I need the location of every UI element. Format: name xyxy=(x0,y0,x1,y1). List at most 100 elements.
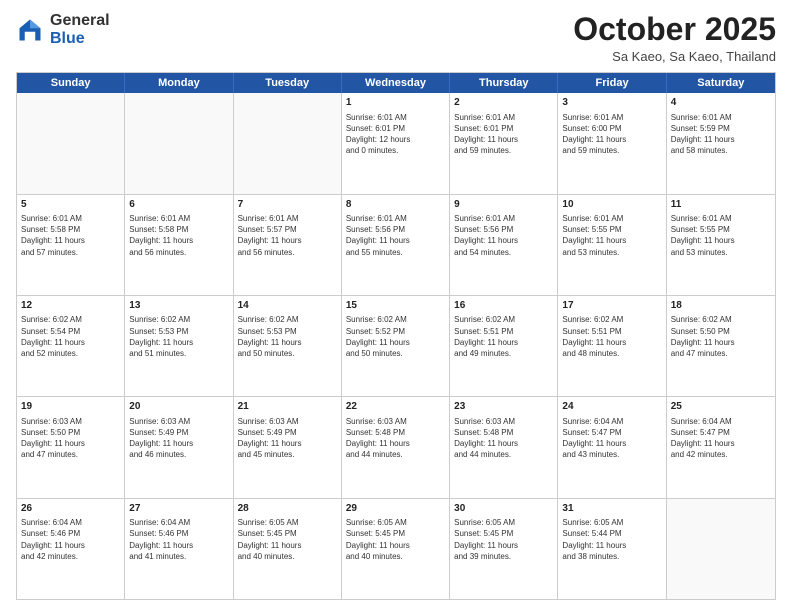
day-info: Sunrise: 6:01 AM Sunset: 6:01 PM Dayligh… xyxy=(454,112,553,157)
day-number: 21 xyxy=(238,400,337,414)
day-number: 17 xyxy=(562,299,661,313)
day-info: Sunrise: 6:01 AM Sunset: 5:56 PM Dayligh… xyxy=(346,213,445,258)
header-day-saturday: Saturday xyxy=(667,73,775,93)
page: General Blue October 2025 Sa Kaeo, Sa Ka… xyxy=(0,0,792,612)
day-cell-30: 30Sunrise: 6:05 AM Sunset: 5:45 PM Dayli… xyxy=(450,499,558,599)
day-info: Sunrise: 6:05 AM Sunset: 5:45 PM Dayligh… xyxy=(346,517,445,562)
day-cell-28: 28Sunrise: 6:05 AM Sunset: 5:45 PM Dayli… xyxy=(234,499,342,599)
day-number: 1 xyxy=(346,96,445,110)
day-number: 15 xyxy=(346,299,445,313)
day-info: Sunrise: 6:02 AM Sunset: 5:50 PM Dayligh… xyxy=(671,314,771,359)
day-number: 29 xyxy=(346,502,445,516)
day-number: 5 xyxy=(21,198,120,212)
header-day-friday: Friday xyxy=(558,73,666,93)
day-cell-9: 9Sunrise: 6:01 AM Sunset: 5:56 PM Daylig… xyxy=(450,195,558,295)
calendar-row-1: 1 Sunrise: 6:01 AM Sunset: 6:01 PM Daylig… xyxy=(17,93,775,193)
day-number: 13 xyxy=(129,299,228,313)
day-cell-17: 17Sunrise: 6:02 AM Sunset: 5:51 PM Dayli… xyxy=(558,296,666,396)
empty-cell-4-6 xyxy=(667,499,775,599)
day-info: Sunrise: 6:03 AM Sunset: 5:49 PM Dayligh… xyxy=(238,416,337,461)
header-day-tuesday: Tuesday xyxy=(234,73,342,93)
day-info: Sunrise: 6:01 AM Sunset: 6:01 PM Dayligh… xyxy=(346,112,445,157)
day-number: 25 xyxy=(671,400,771,414)
location: Sa Kaeo, Sa Kaeo, Thailand xyxy=(573,49,776,64)
logo-text: General Blue xyxy=(50,12,110,47)
day-cell-2: 2 Sunrise: 6:01 AM Sunset: 6:01 PM Daylig… xyxy=(450,93,558,193)
empty-cell-0-0 xyxy=(17,93,125,193)
day-info: Sunrise: 6:02 AM Sunset: 5:51 PM Dayligh… xyxy=(454,314,553,359)
day-number: 6 xyxy=(129,198,228,212)
day-number: 9 xyxy=(454,198,553,212)
day-cell-7: 7Sunrise: 6:01 AM Sunset: 5:57 PM Daylig… xyxy=(234,195,342,295)
day-number: 30 xyxy=(454,502,553,516)
day-info: Sunrise: 6:04 AM Sunset: 5:46 PM Dayligh… xyxy=(129,517,228,562)
day-number: 23 xyxy=(454,400,553,414)
day-cell-12: 12Sunrise: 6:02 AM Sunset: 5:54 PM Dayli… xyxy=(17,296,125,396)
day-cell-10: 10Sunrise: 6:01 AM Sunset: 5:55 PM Dayli… xyxy=(558,195,666,295)
day-info: Sunrise: 6:02 AM Sunset: 5:53 PM Dayligh… xyxy=(238,314,337,359)
calendar-body: 1 Sunrise: 6:01 AM Sunset: 6:01 PM Daylig… xyxy=(17,93,775,599)
day-cell-6: 6Sunrise: 6:01 AM Sunset: 5:58 PM Daylig… xyxy=(125,195,233,295)
day-cell-5: 5Sunrise: 6:01 AM Sunset: 5:58 PM Daylig… xyxy=(17,195,125,295)
day-number: 10 xyxy=(562,198,661,212)
day-info: Sunrise: 6:01 AM Sunset: 5:57 PM Dayligh… xyxy=(238,213,337,258)
day-info: Sunrise: 6:03 AM Sunset: 5:48 PM Dayligh… xyxy=(346,416,445,461)
calendar: SundayMondayTuesdayWednesdayThursdayFrid… xyxy=(16,72,776,600)
day-number: 28 xyxy=(238,502,337,516)
day-cell-13: 13Sunrise: 6:02 AM Sunset: 5:53 PM Dayli… xyxy=(125,296,233,396)
day-number: 12 xyxy=(21,299,120,313)
header: General Blue October 2025 Sa Kaeo, Sa Ka… xyxy=(16,12,776,64)
day-info: Sunrise: 6:02 AM Sunset: 5:52 PM Dayligh… xyxy=(346,314,445,359)
day-cell-31: 31Sunrise: 6:05 AM Sunset: 5:44 PM Dayli… xyxy=(558,499,666,599)
calendar-row-5: 26Sunrise: 6:04 AM Sunset: 5:46 PM Dayli… xyxy=(17,498,775,599)
day-number: 20 xyxy=(129,400,228,414)
day-info: Sunrise: 6:01 AM Sunset: 5:58 PM Dayligh… xyxy=(21,213,120,258)
day-cell-19: 19 Sunrise: 6:03 AM Sunset: 5:50 PM Dayli… xyxy=(17,397,125,497)
day-cell-27: 27Sunrise: 6:04 AM Sunset: 5:46 PM Dayli… xyxy=(125,499,233,599)
day-number: 7 xyxy=(238,198,337,212)
day-cell-29: 29Sunrise: 6:05 AM Sunset: 5:45 PM Dayli… xyxy=(342,499,450,599)
calendar-row-3: 12Sunrise: 6:02 AM Sunset: 5:54 PM Dayli… xyxy=(17,295,775,396)
day-info: Sunrise: 6:02 AM Sunset: 5:54 PM Dayligh… xyxy=(21,314,120,359)
logo: General Blue xyxy=(16,12,110,47)
day-cell-21: 21 Sunrise: 6:03 AM Sunset: 5:49 PM Dayli… xyxy=(234,397,342,497)
day-cell-4: 4Sunrise: 6:01 AM Sunset: 5:59 PM Daylig… xyxy=(667,93,775,193)
day-number: 22 xyxy=(346,400,445,414)
logo-blue-text: Blue xyxy=(50,30,85,47)
empty-cell-0-2 xyxy=(234,93,342,193)
day-cell-20: 20 Sunrise: 6:03 AM Sunset: 5:49 PM Dayli… xyxy=(125,397,233,497)
day-cell-22: 22 Sunrise: 6:03 AM Sunset: 5:48 PM Dayli… xyxy=(342,397,450,497)
day-info: Sunrise: 6:04 AM Sunset: 5:47 PM Dayligh… xyxy=(562,416,661,461)
day-number: 19 xyxy=(21,400,120,414)
day-cell-15: 15Sunrise: 6:02 AM Sunset: 5:52 PM Dayli… xyxy=(342,296,450,396)
day-cell-11: 11Sunrise: 6:01 AM Sunset: 5:55 PM Dayli… xyxy=(667,195,775,295)
day-cell-18: 18Sunrise: 6:02 AM Sunset: 5:50 PM Dayli… xyxy=(667,296,775,396)
day-info: Sunrise: 6:05 AM Sunset: 5:45 PM Dayligh… xyxy=(454,517,553,562)
day-info: Sunrise: 6:03 AM Sunset: 5:49 PM Dayligh… xyxy=(129,416,228,461)
day-info: Sunrise: 6:02 AM Sunset: 5:51 PM Dayligh… xyxy=(562,314,661,359)
day-info: Sunrise: 6:01 AM Sunset: 5:59 PM Dayligh… xyxy=(671,112,771,157)
day-number: 24 xyxy=(562,400,661,414)
day-cell-24: 24 Sunrise: 6:04 AM Sunset: 5:47 PM Dayli… xyxy=(558,397,666,497)
day-cell-14: 14Sunrise: 6:02 AM Sunset: 5:53 PM Dayli… xyxy=(234,296,342,396)
day-number: 18 xyxy=(671,299,771,313)
day-info: Sunrise: 6:03 AM Sunset: 5:50 PM Dayligh… xyxy=(21,416,120,461)
day-number: 2 xyxy=(454,96,553,110)
calendar-row-2: 5Sunrise: 6:01 AM Sunset: 5:58 PM Daylig… xyxy=(17,194,775,295)
day-number: 16 xyxy=(454,299,553,313)
day-cell-26: 26Sunrise: 6:04 AM Sunset: 5:46 PM Dayli… xyxy=(17,499,125,599)
logo-general-text: General xyxy=(50,12,110,29)
day-cell-8: 8Sunrise: 6:01 AM Sunset: 5:56 PM Daylig… xyxy=(342,195,450,295)
day-info: Sunrise: 6:04 AM Sunset: 5:47 PM Dayligh… xyxy=(671,416,771,461)
day-info: Sunrise: 6:02 AM Sunset: 5:53 PM Dayligh… xyxy=(129,314,228,359)
month-title: October 2025 xyxy=(573,12,776,47)
logo-icon xyxy=(16,16,44,44)
day-cell-1: 1 Sunrise: 6:01 AM Sunset: 6:01 PM Daylig… xyxy=(342,93,450,193)
day-cell-3: 3Sunrise: 6:01 AM Sunset: 6:00 PM Daylig… xyxy=(558,93,666,193)
day-info: Sunrise: 6:01 AM Sunset: 5:58 PM Dayligh… xyxy=(129,213,228,258)
day-number: 27 xyxy=(129,502,228,516)
calendar-header: SundayMondayTuesdayWednesdayThursdayFrid… xyxy=(17,73,775,93)
day-number: 31 xyxy=(562,502,661,516)
header-day-thursday: Thursday xyxy=(450,73,558,93)
day-info: Sunrise: 6:01 AM Sunset: 5:56 PM Dayligh… xyxy=(454,213,553,258)
